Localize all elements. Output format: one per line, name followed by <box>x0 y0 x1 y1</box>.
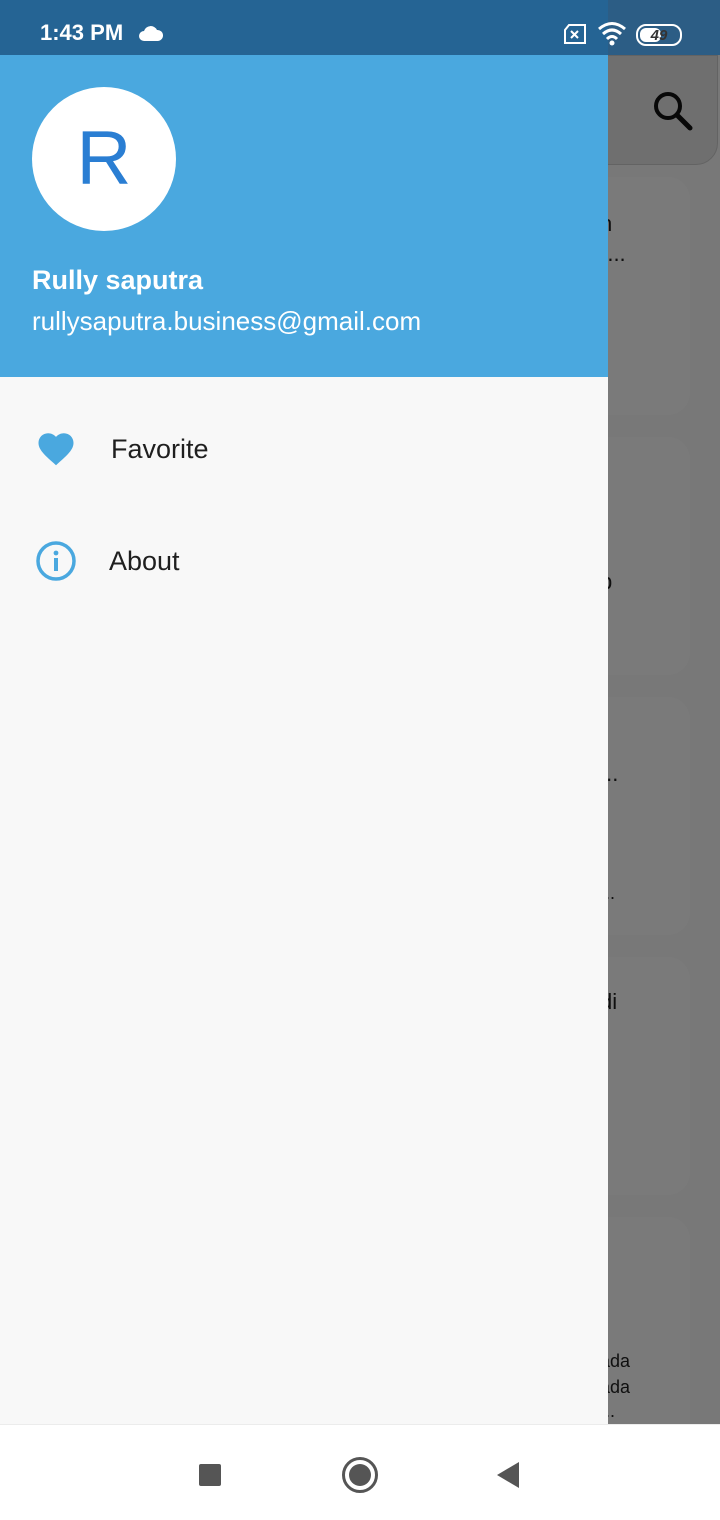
battery-icon: 49 <box>636 24 682 46</box>
wifi-icon <box>597 20 627 51</box>
system-nav-bar <box>0 1424 720 1520</box>
cloud-icon <box>138 24 164 47</box>
back-triangle-icon[interactable] <box>488 1455 528 1495</box>
status-time: 1:43 PM <box>40 20 124 45</box>
recents-square-icon[interactable] <box>190 1455 230 1495</box>
user-name: Rully saputra <box>32 265 204 295</box>
avatar-letter: R <box>76 116 132 201</box>
navigation-drawer: R Rully saputra rullysaputra.business@gm… <box>0 0 608 1424</box>
drawer-item-favorite[interactable]: Favorite <box>0 393 608 505</box>
drawer-item-label: About <box>109 545 180 576</box>
avatar[interactable]: R <box>32 87 176 231</box>
drawer-header: R Rully saputra rullysaputra.business@gm… <box>0 0 608 377</box>
drawer-item-about[interactable]: About <box>0 505 608 617</box>
status-bar: 1:43 PM 49 <box>0 0 720 55</box>
user-email: rullysaputra.business@gmail.com <box>32 306 422 336</box>
battery-level: 49 <box>650 27 668 44</box>
info-icon <box>35 540 77 582</box>
no-sim-icon <box>563 24 587 49</box>
heart-icon <box>35 428 77 470</box>
drawer-item-label: Favorite <box>111 433 209 464</box>
home-circle-icon[interactable] <box>340 1455 380 1495</box>
